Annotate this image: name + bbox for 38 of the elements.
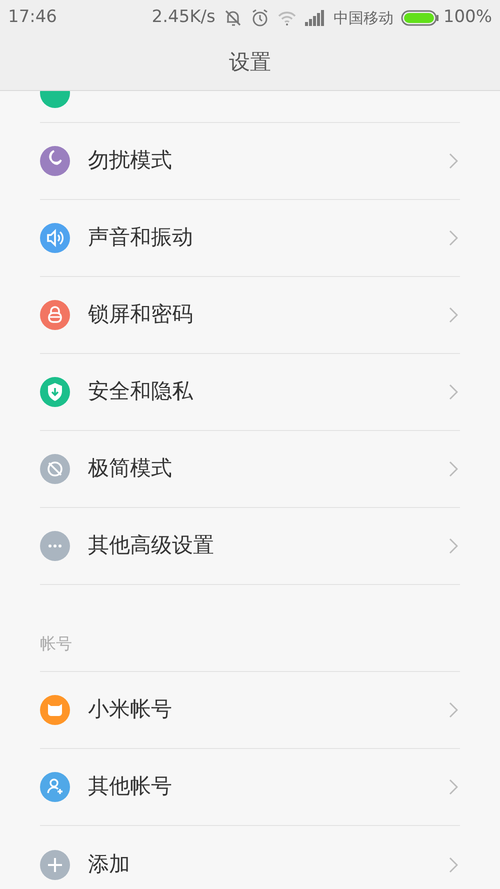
chevron-icon [449,384,458,400]
settings-row[interactable]: 极简模式 [40,431,460,508]
chevron-icon [449,702,458,718]
row-label: 极简模式 [88,455,173,482]
row-label: 其他帐号 [88,773,173,800]
row-label: 添加 [88,850,131,878]
settings-row[interactable]: 小米帐号 [40,672,460,749]
battery-icon [401,10,440,26]
row-label: 其他高级设置 [88,532,215,560]
chevron-icon [449,779,458,795]
row-label: 小米帐号 [88,696,173,724]
settings-row[interactable]: 安全和隐私 [40,354,460,431]
wifi-icon [277,10,298,26]
signal-icon [305,10,326,26]
chevron-icon [449,538,458,554]
settings-row[interactable]: 添加 [40,826,460,889]
settings-row[interactable]: 声音和振动 [40,200,460,277]
row-label: 锁屏和密码 [88,301,194,328]
mute-bell-icon [223,9,244,27]
chevron-icon [449,230,458,246]
status-time: 17:46 [8,6,57,30]
settings-row[interactable]: 其他高级设置 [40,508,460,585]
row-label: 安全和隐私 [88,378,194,406]
row-label: 勿扰模式 [88,147,173,174]
settings-row[interactable]: 勿扰模式 [40,123,460,200]
page-title: 设置 [229,49,271,76]
alarm-icon [251,9,270,27]
battery-percent: 100% [443,6,492,30]
chevron-icon [449,153,458,169]
chevron-icon [449,856,458,872]
settings-row[interactable]: 其他帐号 [40,749,460,826]
chevron-icon [449,461,458,477]
settings-row[interactable]: 锁屏和密码 [40,277,460,354]
chevron-icon [449,307,458,323]
section-header: 帐号 [40,633,72,655]
network-speed: 2.45K/s [152,6,216,30]
carrier-name: 中国移动 [333,8,394,29]
row-label: 声音和振动 [88,224,194,252]
